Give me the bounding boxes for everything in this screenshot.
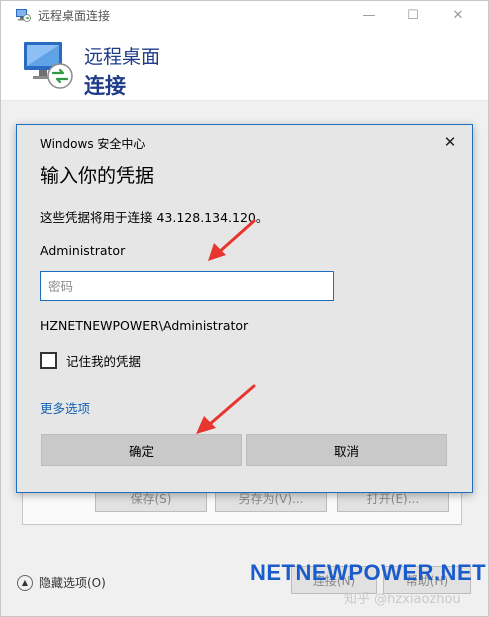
dialog-description: 这些凭据将用于连接 43.128.134.120。 [40,210,269,225]
remember-label: 记住我的凭据 [66,354,142,369]
remember-credentials-option[interactable]: 记住我的凭据 [40,351,141,370]
domain-user-label: HZNETNEWPOWER\Administrator [40,318,249,333]
dialog-heading: 输入你的凭据 [40,165,155,187]
password-input[interactable] [40,271,334,301]
credentials-dialog: Windows 安全中心 ✕ 输入你的凭据 这些凭据将用于连接 43.128.1… [16,124,473,493]
dialog-title: Windows 安全中心 [40,137,146,151]
more-options-link[interactable]: 更多选项 [40,398,90,417]
username-label: Administrator [40,243,126,258]
dialog-close-button[interactable]: ✕ [437,131,463,153]
zhihu-watermark: 知乎 @hzxiaozhou [344,592,461,607]
brand-watermark: NETNEWPOWER.NET [250,560,487,585]
remember-checkbox[interactable] [40,352,57,369]
cancel-button[interactable]: 取消 [246,434,447,466]
ok-button[interactable]: 确定 [41,434,242,466]
